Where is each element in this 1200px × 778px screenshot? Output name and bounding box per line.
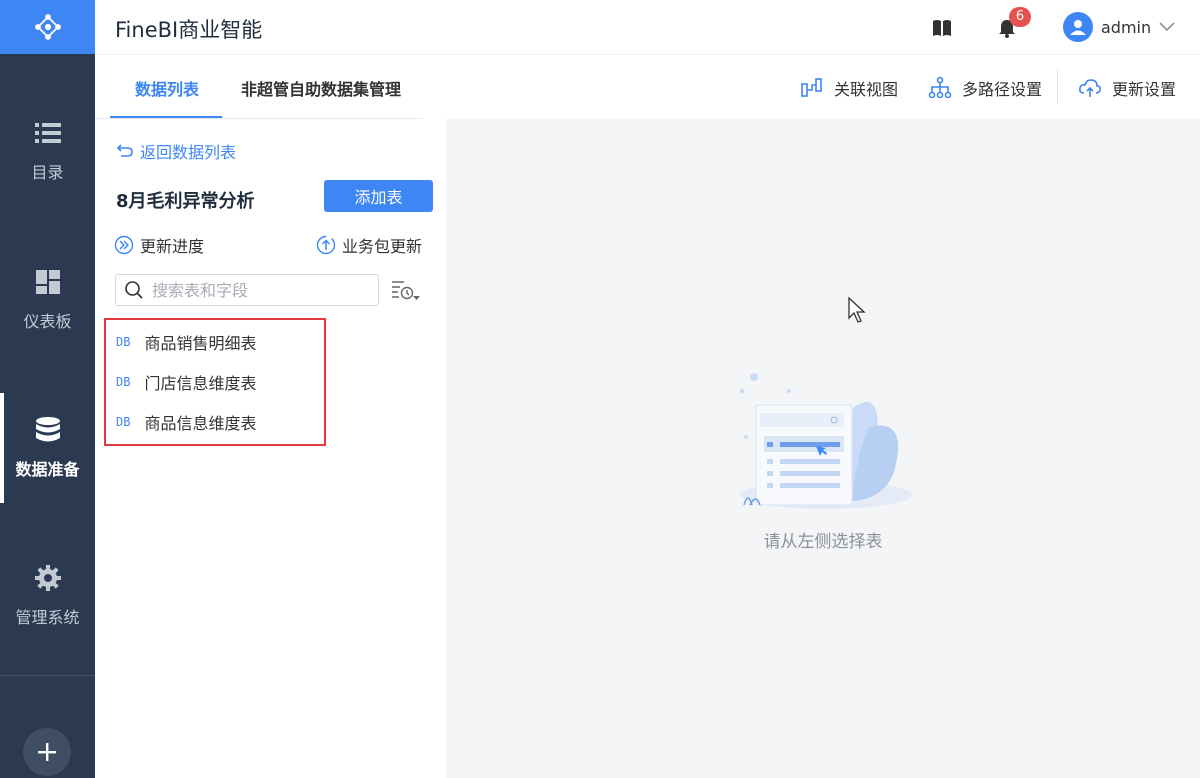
table-name: 门店信息维度表 <box>144 374 257 393</box>
mouse-cursor-icon <box>848 296 866 323</box>
app-title: FineBI商业智能 <box>115 18 263 42</box>
search-icon <box>125 281 143 299</box>
username: admin <box>1101 17 1152 37</box>
cloud-refresh-icon <box>1079 79 1101 97</box>
sidebar-item-admin[interactable]: 管理系统 <box>0 541 95 651</box>
back-arrow-icon <box>116 144 133 157</box>
update-settings-label: 更新设置 <box>1112 80 1177 99</box>
filter-sort-icon[interactable] <box>390 278 422 304</box>
back-to-data-list-link[interactable]: 返回数据列表 <box>116 139 236 163</box>
book-icon[interactable] <box>931 17 953 39</box>
table-list: DB 商品销售明细表 DB 门店信息维度表 DB 商品信息维度表 <box>104 318 326 446</box>
user-menu[interactable]: admin <box>1063 12 1175 42</box>
update-progress-button[interactable]: 更新进度 <box>114 233 204 257</box>
table-row[interactable]: DB 商品销售明细表 <box>116 322 256 362</box>
table-row[interactable]: DB 商品信息维度表 <box>116 402 256 442</box>
gear-icon <box>34 565 61 591</box>
db-icon: DB <box>116 375 131 389</box>
package-update-button[interactable]: 业务包更新 <box>316 233 422 257</box>
notification-badge: 6 <box>1009 7 1031 27</box>
upload-circle-icon <box>316 235 336 255</box>
update-progress-label: 更新进度 <box>140 237 205 256</box>
table-name: 商品信息维度表 <box>144 414 257 433</box>
search-box <box>115 274 379 306</box>
logo[interactable] <box>0 0 95 54</box>
logo-icon <box>34 14 61 40</box>
sidebar-item-label: 管理系统 <box>15 608 80 627</box>
empty-state-illustration <box>739 373 912 509</box>
sidebar-divider <box>0 675 95 676</box>
plus-icon <box>38 743 56 761</box>
empty-state-message: 请从左侧选择表 <box>763 532 883 552</box>
dashboard-icon <box>35 270 60 294</box>
relation-view-button[interactable]: 关联视图 <box>800 76 898 100</box>
sidebar-item-dashboard[interactable]: 仪表板 <box>0 245 95 355</box>
database-icon <box>35 417 60 442</box>
relation-view-label: 关联视图 <box>834 80 899 99</box>
fast-forward-icon <box>114 235 134 255</box>
multi-path-label: 多路径设置 <box>962 80 1043 99</box>
multi-path-button[interactable]: 多路径设置 <box>928 76 1042 100</box>
user-icon <box>1070 20 1086 35</box>
sidebar-item-data-prep[interactable]: 数据准备 <box>0 393 95 503</box>
tab-self-service-datasets[interactable]: 非超管自助数据集管理 <box>241 76 401 100</box>
sidebar-item-catalog[interactable]: 目录 <box>0 96 95 206</box>
table-name: 商品销售明细表 <box>144 334 257 353</box>
table-row[interactable]: DB 门店信息维度表 <box>116 362 256 402</box>
update-settings-button[interactable]: 更新设置 <box>1078 76 1176 100</box>
db-icon: DB <box>116 415 131 429</box>
avatar <box>1063 12 1093 42</box>
back-link-label: 返回数据列表 <box>140 143 237 162</box>
content-area: 请从左侧选择表 <box>446 119 1200 778</box>
tabs-divider <box>95 118 423 119</box>
add-button[interactable] <box>23 728 71 776</box>
sidebar-item-label: 目录 <box>31 163 64 182</box>
package-title: 8月毛利异常分析 <box>116 191 255 212</box>
top-header: FineBI商业智能 6 admin <box>95 0 1200 54</box>
sidebar-item-label: 仪表板 <box>23 312 72 331</box>
hierarchy-icon <box>928 76 952 99</box>
package-update-label: 业务包更新 <box>342 237 423 256</box>
search-input[interactable] <box>152 280 362 300</box>
relation-view-icon <box>801 78 822 97</box>
list-icon <box>34 123 61 143</box>
toolbar-divider <box>1057 70 1058 104</box>
db-icon: DB <box>116 335 131 349</box>
chevron-down-icon <box>1159 22 1175 32</box>
add-table-button[interactable]: 添加表 <box>324 180 433 212</box>
sidebar-item-label: 数据准备 <box>15 460 80 479</box>
tab-data-list[interactable]: 数据列表 <box>135 76 199 100</box>
sidebar: 目录 仪表板 数据准备 管理系统 <box>0 0 95 778</box>
